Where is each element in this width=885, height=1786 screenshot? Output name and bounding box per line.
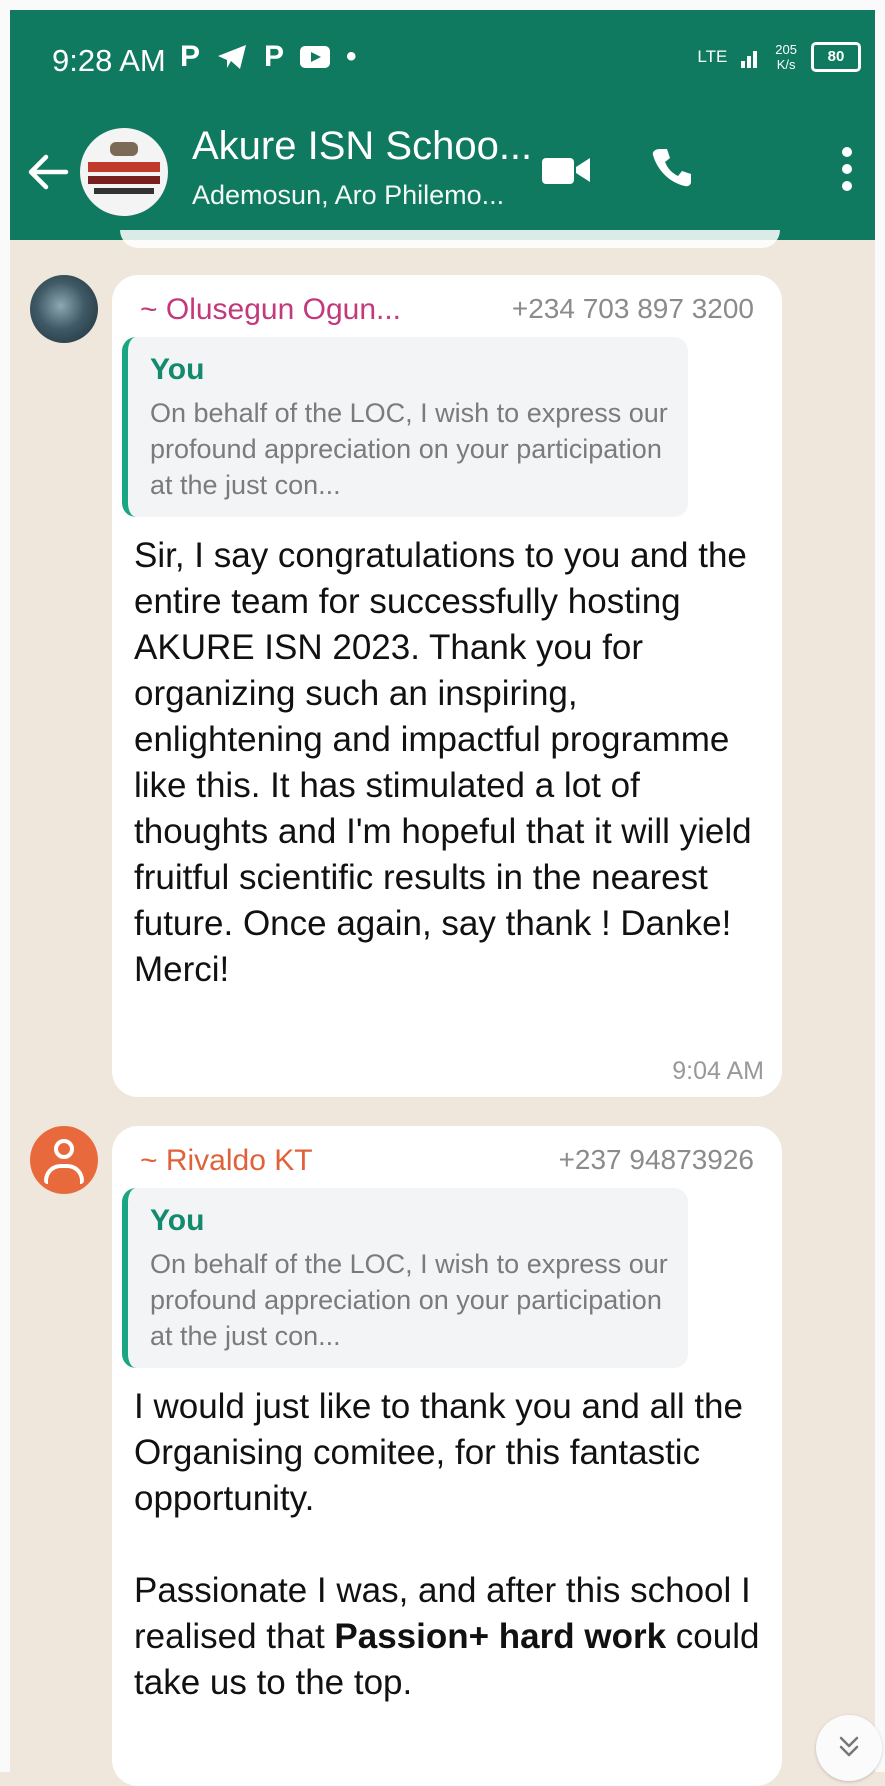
message-paragraph: I would just like to thank you and all t… [134,1387,743,1518]
more-notifications-dot: • [346,40,357,73]
sender-name[interactable]: ~ Rivaldo KT [140,1144,313,1178]
telegram-icon [218,45,247,69]
screen-frame-left [0,0,10,1772]
bold-text: Passion+ hard work [334,1617,667,1656]
sender-phone: +234 703 897 3200 [511,293,754,324]
quote-author: You [150,1204,205,1237]
screen-frame-top [0,0,885,10]
quote-text: On behalf of the LOC, I wish to express … [150,398,668,500]
network-type: LTE [697,47,728,66]
video-call-icon[interactable] [540,152,592,188]
chat-title[interactable]: Akure ISN Schoo... [192,124,532,169]
message-bubble[interactable]: ~ Rivaldo KT +237 94873926 You On behalf… [112,1126,782,1786]
arrow-left-icon[interactable] [26,152,70,192]
signal-icon [741,51,758,68]
chevron-double-down-icon [839,1736,859,1757]
more-vertical-icon[interactable] [840,144,854,194]
youtube-icon [300,46,331,68]
network-speed: 205 K/s [775,42,797,72]
battery-icon: 80 [811,42,861,72]
notification-icons: P P • [180,40,357,74]
sender-avatar[interactable] [30,275,98,343]
sender-avatar[interactable] [30,1126,98,1194]
message-text: I would just like to thank you and all t… [134,1384,764,1706]
message-time: 9:04 AM [672,1057,764,1085]
notification-p-icon: P [180,40,201,73]
quoted-message[interactable]: You On behalf of the LOC, I wish to expr… [122,1188,688,1368]
chat-subtitle[interactable]: Ademosun, Aro Philemo... [192,180,504,211]
group-avatar[interactable] [80,128,168,216]
user-icon [54,1139,74,1159]
chat-header: 9:28 AM P P • LTE 205 K/s 80 Akure ISN S… [10,10,875,240]
system-status: LTE 205 K/s 80 [697,42,861,72]
status-bar: 9:28 AM P P • LTE 205 K/s 80 [10,10,875,100]
app-bar: Akure ISN Schoo... Ademosun, Aro Philemo… [10,100,875,240]
quote-text: On behalf of the LOC, I wish to express … [150,1249,668,1351]
phone-icon[interactable] [650,145,694,189]
message-paragraph: Passionate I was, and after this school … [134,1571,760,1702]
message-text: Sir, I say congratulations to you and th… [134,536,752,989]
status-time: 9:28 AM [52,43,166,78]
notification-p2-icon: P [264,40,285,73]
sender-name[interactable]: ~ Olusegun Ogun... [140,293,401,327]
screen-frame-right [875,0,885,1772]
previous-message-edge [120,230,780,248]
message-bubble[interactable]: ~ Olusegun Ogun... +234 703 897 3200 You… [112,275,782,1097]
quoted-message[interactable]: You On behalf of the LOC, I wish to expr… [122,337,688,517]
sender-phone: +237 94873926 [558,1144,754,1175]
quote-author: You [150,353,205,386]
scroll-to-bottom-button[interactable] [816,1715,882,1781]
